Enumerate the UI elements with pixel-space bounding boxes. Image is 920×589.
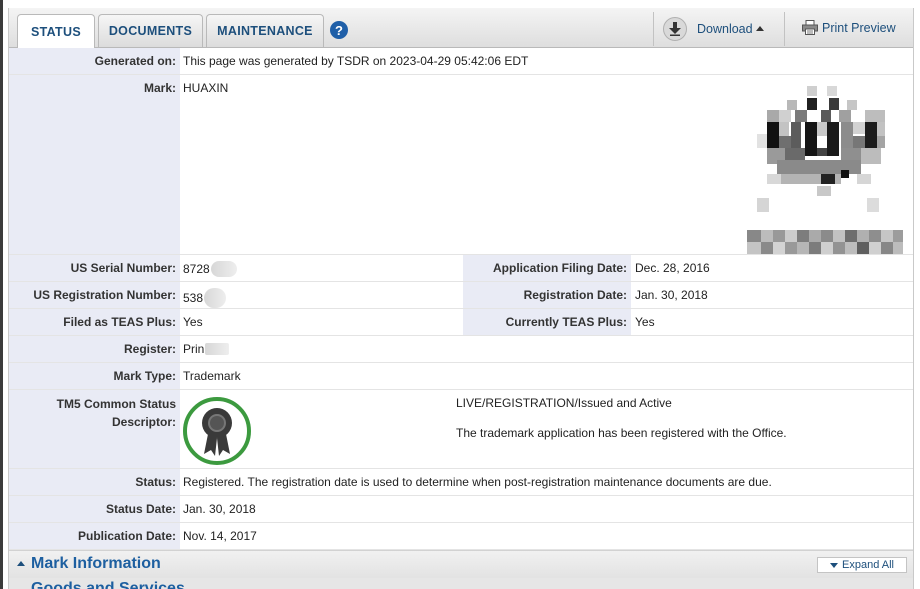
- publication-date-label: Publication Date:: [77, 529, 176, 543]
- mark-information-section-header[interactable]: Mark Information Expand All: [9, 550, 913, 579]
- status-date-value: Jan. 30, 2018: [183, 502, 256, 516]
- filed-teas-plus-value: Yes: [183, 315, 203, 329]
- mark-image: [747, 86, 905, 256]
- caret-up-icon: [755, 26, 764, 31]
- tab-documents[interactable]: DOCUMENTS: [98, 14, 203, 47]
- row-register: Register: Prin: [9, 336, 913, 363]
- redacted-blur: [205, 343, 230, 355]
- current-teas-plus-value: Yes: [635, 315, 655, 329]
- register-value: Prin: [183, 342, 205, 356]
- status-value: Registered. The registration date is use…: [183, 475, 772, 489]
- status-date-label: Status Date:: [105, 502, 176, 516]
- row-registration-number: US Registration Number: 538 Registration…: [9, 282, 913, 309]
- generated-on-value: This page was generated by TSDR on 2023-…: [183, 54, 529, 68]
- toolbar-divider: [653, 12, 654, 46]
- current-teas-plus-label: Currently TEAS Plus:: [505, 315, 627, 329]
- toolbar-divider: [784, 12, 785, 46]
- goods-services-title[interactable]: Goods and Services: [31, 580, 185, 589]
- tab-status[interactable]: STATUS: [17, 14, 95, 48]
- registration-date-value: Jan. 30, 2018: [635, 288, 708, 302]
- redacted-blur: [210, 261, 237, 277]
- goods-services-section-header[interactable]: Goods and Services: [9, 578, 913, 589]
- row-generated-on: Generated on: This page was generated by…: [9, 48, 913, 75]
- help-icon[interactable]: ?: [330, 21, 348, 39]
- serial-number-value: 8728: [183, 262, 210, 276]
- status-label: Status:: [135, 475, 176, 489]
- row-mark-type: Mark Type: Trademark: [9, 363, 913, 390]
- tab-bar: STATUS DOCUMENTS MAINTENANCE ? Download: [9, 8, 913, 48]
- filing-date-value: Dec. 28, 2016: [635, 261, 710, 275]
- filing-date-label: Application Filing Date:: [493, 261, 627, 275]
- registration-date-label: Registration Date:: [523, 288, 627, 302]
- tm5-status-text: LIVE/REGISTRATION/Issued and Active: [456, 396, 672, 410]
- publication-date-value: Nov. 14, 2017: [183, 529, 257, 543]
- row-status: Status: Registered. The registration dat…: [9, 469, 913, 496]
- download-label: Download: [697, 22, 753, 36]
- expand-all-button[interactable]: Expand All: [817, 557, 907, 573]
- status-panel: STATUS DOCUMENTS MAINTENANCE ? Download: [8, 8, 914, 589]
- mark-value: HUAXIN: [183, 81, 229, 95]
- window-edge: [0, 0, 3, 589]
- print-preview-label: Print Preview: [822, 20, 896, 35]
- row-status-date: Status Date: Jan. 30, 2018: [9, 496, 913, 523]
- row-teas-plus: Filed as TEAS Plus: Yes Currently TEAS P…: [9, 309, 913, 336]
- download-icon: [663, 17, 687, 41]
- mark-type-label: Mark Type:: [113, 369, 176, 383]
- serial-number-label: US Serial Number:: [70, 261, 176, 275]
- printer-icon: [802, 20, 818, 35]
- filed-teas-plus-label: Filed as TEAS Plus:: [63, 315, 176, 329]
- mark-information-title[interactable]: Mark Information: [31, 555, 161, 573]
- expand-triangle-icon: [830, 562, 838, 568]
- register-label: Register:: [123, 342, 176, 356]
- row-serial-number: US Serial Number: 8728 Application Filin…: [9, 255, 913, 282]
- mark-type-value: Trademark: [183, 369, 241, 383]
- tm5-label-line1: TM5 Common Status: [56, 397, 176, 411]
- generated-on-label: Generated on:: [94, 54, 176, 68]
- mark-label: Mark:: [143, 81, 176, 95]
- download-button[interactable]: Download: [661, 16, 765, 42]
- registration-number-label: US Registration Number:: [33, 288, 176, 302]
- registration-number-value: 538: [183, 291, 204, 305]
- tab-maintenance[interactable]: MAINTENANCE: [206, 14, 324, 47]
- registered-badge-icon: [182, 396, 252, 466]
- expand-all-label: Expand All: [842, 559, 894, 571]
- collapse-triangle-icon[interactable]: [17, 561, 25, 566]
- row-tm5-status: TM5 Common Status Descriptor: LIVE/REGIS…: [9, 390, 913, 469]
- print-preview-button[interactable]: Print Preview: [802, 20, 896, 35]
- redacted-blur: [204, 288, 227, 308]
- row-publication-date: Publication Date: Nov. 14, 2017: [9, 523, 913, 550]
- tm5-description: The trademark application has been regis…: [456, 426, 787, 440]
- tm5-label-line2: Descriptor:: [111, 415, 176, 429]
